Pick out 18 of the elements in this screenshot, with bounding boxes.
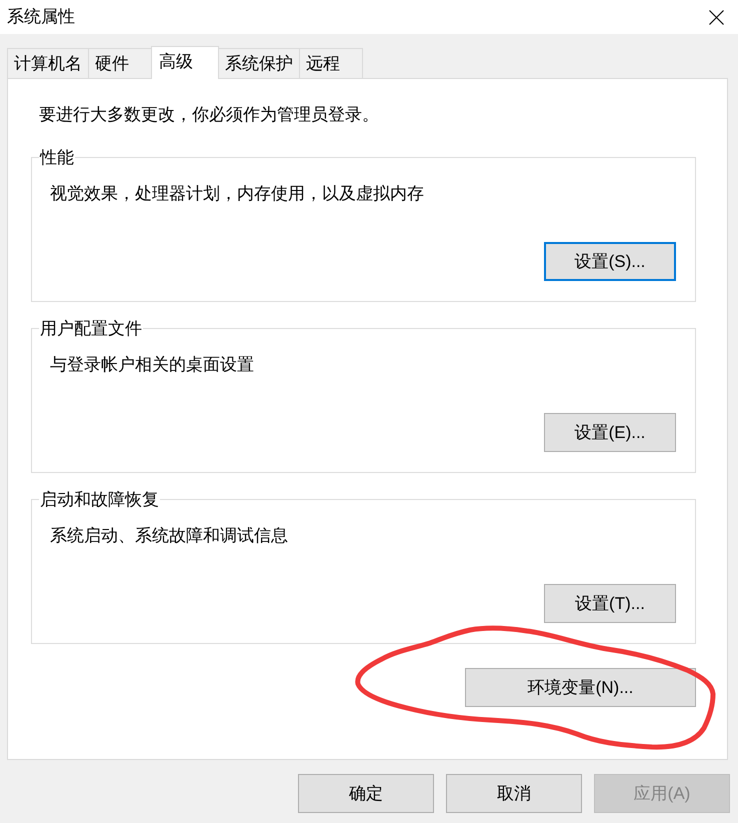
tab[interactable]: 高级 [151, 46, 219, 79]
group-title: 性能 [39, 148, 75, 168]
group-description: 视觉效果，处理器计划，内存使用，以及虚拟内存 [50, 184, 425, 204]
group-description: 系统启动、系统故障和调试信息 [50, 526, 289, 546]
group-title: 用户配置文件 [39, 319, 143, 339]
environment-variables-button[interactable]: 环境变量(N)... [465, 668, 696, 707]
settings-button[interactable]: 设置(T)... [544, 584, 676, 623]
settings-button[interactable]: 设置(S)... [544, 242, 676, 281]
group-description: 与登录帐户相关的桌面设置 [50, 355, 255, 375]
group-title: 启动和故障恢复 [39, 490, 160, 510]
dialog-button[interactable]: 确定 [298, 774, 434, 813]
admin-notice-text: 要进行大多数更改，你必须作为管理员登录。 [39, 105, 380, 125]
tab[interactable]: 计算机名 [7, 48, 89, 78]
dialog-button[interactable]: 取消 [446, 774, 582, 813]
tab[interactable]: 远程 [299, 48, 363, 78]
settings-button[interactable]: 设置(E)... [544, 413, 676, 452]
close-icon[interactable] [709, 10, 724, 24]
window-title: 系统属性 [7, 7, 75, 27]
